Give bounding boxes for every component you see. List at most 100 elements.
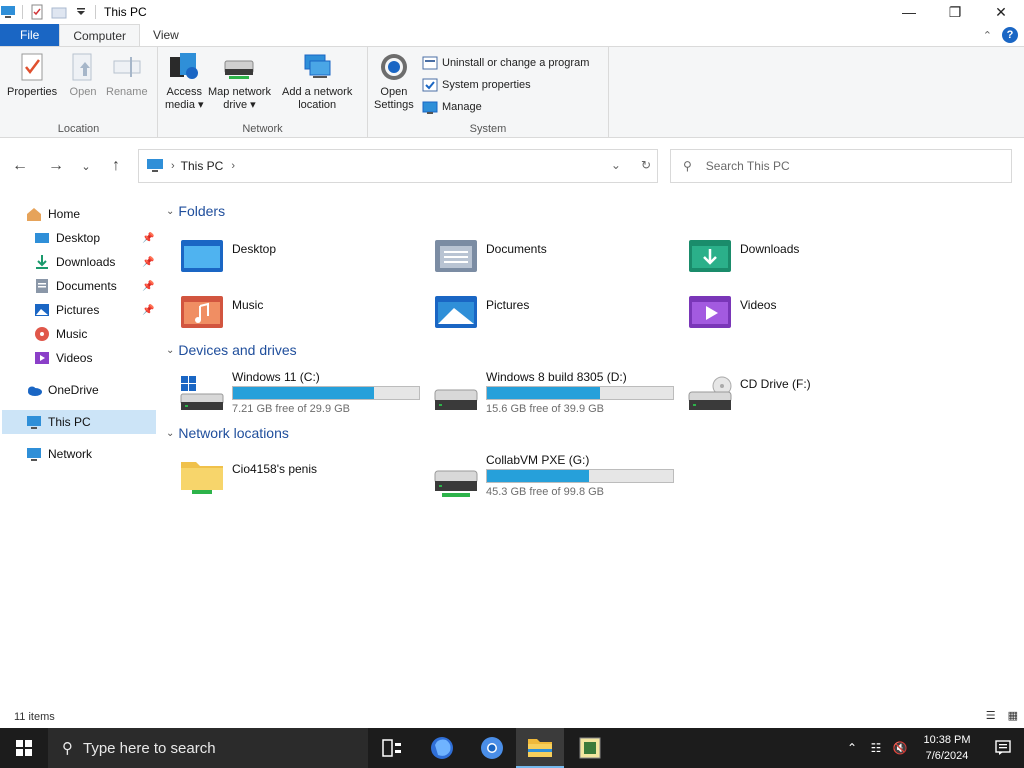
properties-icon: [16, 51, 48, 83]
this-pc-icon: [0, 4, 16, 20]
address-actions: ⌄ ↻: [611, 158, 651, 172]
drive-tile-c[interactable]: Windows 11 (C:) 7.21 GB free of 29.9 GB: [180, 370, 420, 416]
task-view-button[interactable]: [368, 728, 416, 768]
volume-muted-icon[interactable]: 🔇: [888, 728, 912, 768]
minimize-button[interactable]: —: [886, 0, 932, 24]
breadcrumb-chevron-icon[interactable]: ›: [231, 160, 235, 172]
tab-file[interactable]: File: [0, 24, 60, 46]
section-network-locations[interactable]: ⌄ Network locations: [166, 425, 289, 441]
manage-icon: [422, 101, 438, 114]
network-drive-icon: [434, 470, 478, 497]
sidebar-item-downloads[interactable]: Downloads 📌: [34, 251, 158, 273]
new-folder-qat-icon[interactable]: [51, 4, 67, 20]
folder-name: Downloads: [740, 242, 800, 256]
sidebar-item-label: Downloads: [56, 255, 116, 269]
taskbar-app-chrome[interactable]: [468, 728, 516, 768]
folder-tile-downloads[interactable]: Downloads: [688, 236, 799, 276]
folder-tile-videos[interactable]: Videos: [688, 292, 776, 332]
system-properties-button[interactable]: System properties: [422, 77, 531, 93]
clock[interactable]: 10:38 PM 7/6/2024: [912, 732, 982, 764]
customize-qat-icon[interactable]: [73, 4, 89, 20]
start-button[interactable]: [0, 728, 48, 768]
address-bar[interactable]: › This PC › ⌄ ↻: [138, 149, 658, 183]
taskbar-app-file-explorer[interactable]: [516, 728, 564, 768]
open-settings-button[interactable]: Open Settings: [374, 51, 414, 112]
hard-drive-icon: [434, 389, 478, 410]
pin-icon: 📌: [142, 280, 155, 292]
access-media-button[interactable]: Access media ▾: [165, 51, 204, 112]
help-icon[interactable]: ?: [1002, 27, 1018, 43]
section-devices-and-drives[interactable]: ⌄ Devices and drives: [166, 342, 297, 358]
pictures-folder-icon: [435, 296, 477, 328]
drive-tile-f[interactable]: CD Drive (F:): [688, 370, 811, 416]
section-title: Folders: [178, 203, 226, 219]
uninstall-program-button[interactable]: Uninstall or change a program: [422, 55, 589, 71]
tab-view[interactable]: View: [140, 24, 192, 46]
taskbar-app-firefox[interactable]: [418, 728, 466, 768]
group-label-location: Location: [57, 123, 100, 135]
downloads-icon: [36, 255, 48, 269]
taskbar-search-box[interactable]: ⚲ Type here to search: [48, 728, 368, 768]
sidebar-item-music[interactable]: Music: [34, 323, 87, 345]
folder-tile-desktop[interactable]: Desktop: [180, 236, 276, 276]
desktop-icon: [35, 233, 49, 243]
refresh-icon[interactable]: ↻: [641, 158, 651, 172]
network-drive-tile-g[interactable]: CollabVM PXE (G:) 45.3 GB free of 99.8 G…: [434, 453, 674, 499]
pin-icon: 📌: [142, 256, 155, 268]
add-network-location-label-line1: Add a network: [282, 86, 353, 98]
taskbar-app-other[interactable]: [566, 728, 614, 768]
folder-tile-pictures[interactable]: Pictures: [434, 292, 529, 332]
pictures-icon: [35, 304, 49, 316]
system-tray: ⌃ ☷ 🔇 10:38 PM 7/6/2024: [840, 728, 1024, 768]
search-icon: ⚲: [683, 159, 692, 173]
open-button[interactable]: Open: [67, 51, 99, 99]
sidebar-item-pictures[interactable]: Pictures 📌: [34, 299, 158, 321]
maximize-button[interactable]: ❐: [932, 0, 978, 24]
properties-button[interactable]: Properties: [7, 51, 57, 99]
sidebar-item-home[interactable]: Home: [26, 203, 80, 225]
sidebar-item-videos[interactable]: Videos: [34, 347, 92, 369]
address-history-dropdown-icon[interactable]: ⌄: [611, 158, 621, 172]
sidebar-item-network[interactable]: Network: [26, 443, 92, 465]
group-label-network: Network: [242, 123, 283, 135]
tab-computer[interactable]: Computer: [59, 24, 141, 46]
section-folders[interactable]: ⌄ Folders: [166, 203, 225, 219]
collapse-ribbon-icon[interactable]: ⌃: [983, 29, 992, 42]
breadcrumb-this-pc[interactable]: This PC: [181, 159, 224, 173]
uninstall-program-icon: [422, 56, 438, 70]
desktop-folder-icon: [181, 240, 223, 272]
notifications-button[interactable]: [982, 728, 1024, 768]
drive-name: Windows 11 (C:): [232, 370, 320, 384]
manage-button[interactable]: Manage: [422, 99, 482, 115]
divider: [22, 5, 23, 19]
add-network-location-button[interactable]: Add a network location: [282, 51, 352, 112]
network-location-tile-cio4158[interactable]: Cio4158's penis: [180, 456, 317, 496]
folder-name: Music: [232, 298, 264, 312]
network-status-icon[interactable]: ☷: [864, 728, 888, 768]
details-view-icon[interactable]: ☰: [986, 709, 996, 722]
back-button[interactable]: ←: [10, 156, 30, 176]
sidebar-item-this-pc[interactable]: This PC: [2, 410, 156, 434]
large-icons-view-icon[interactable]: ▦: [1008, 709, 1018, 722]
collapse-icon: ⌄: [166, 205, 175, 217]
recent-locations-button[interactable]: ⌄: [76, 156, 96, 176]
map-network-drive-button[interactable]: Map network drive ▾: [208, 51, 271, 112]
folder-tile-music[interactable]: Music: [180, 292, 263, 332]
sidebar-item-onedrive[interactable]: OneDrive: [26, 379, 99, 401]
add-network-location-label-line2: location: [298, 99, 337, 111]
search-box[interactable]: ⚲ Search This PC: [670, 149, 1012, 183]
sidebar-item-desktop[interactable]: Desktop 📌: [34, 227, 158, 249]
drive-tile-d[interactable]: Windows 8 build 8305 (D:) 15.6 GB free o…: [434, 370, 674, 416]
folder-tile-documents[interactable]: Documents: [434, 236, 547, 276]
show-hidden-icons-icon[interactable]: ⌃: [840, 728, 864, 768]
open-label: Open: [69, 86, 97, 98]
up-button[interactable]: ↑: [106, 156, 126, 176]
sidebar-item-documents[interactable]: Documents 📌: [34, 275, 158, 297]
forward-button[interactable]: →: [46, 156, 66, 176]
properties-qat-icon[interactable]: [29, 4, 45, 20]
close-button[interactable]: ✕: [978, 0, 1024, 24]
videos-icon: [35, 352, 49, 364]
drive-name: CD Drive (F:): [740, 377, 811, 391]
sidebar-item-label: Desktop: [56, 231, 101, 245]
rename-button[interactable]: Rename: [106, 51, 148, 99]
